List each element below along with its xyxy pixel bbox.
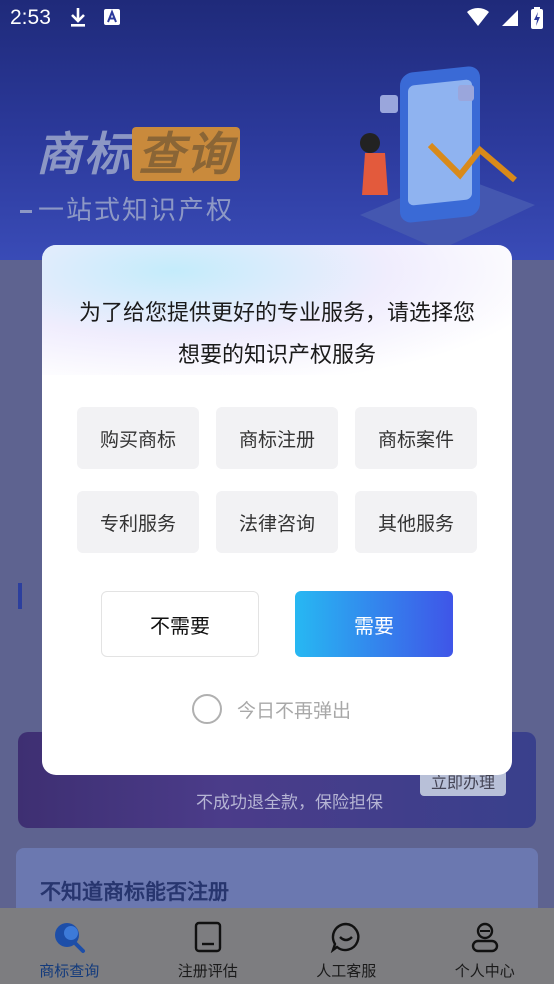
download-icon: [68, 6, 88, 32]
tab-registration-assessment[interactable]: 注册评估: [139, 908, 278, 984]
promo-subtitle: 不成功退全款，保险担保: [196, 793, 383, 813]
signal-icon: [500, 6, 520, 34]
tab-customer-service[interactable]: 人工客服: [277, 908, 416, 984]
option-trademark-registration[interactable]: 商标注册: [216, 407, 338, 469]
dont-show-today-toggle[interactable]: 今日不再弹出: [192, 694, 351, 724]
service-options: 购买商标 商标注册 商标案件 专利服务 法律咨询 其他服务: [77, 407, 477, 553]
banner-title: 商标 查询: [36, 118, 240, 184]
tab-trademark-search[interactable]: 商标查询: [0, 908, 139, 984]
document-icon: [191, 920, 225, 954]
service-selection-dialog: 为了给您提供更好的专业服务，请选择您想要的知识产权服务 购买商标 商标注册 商标…: [42, 245, 512, 775]
option-patent-service[interactable]: 专利服务: [77, 491, 199, 553]
dont-show-label: 今日不再弹出: [237, 699, 352, 722]
tab-label: 个人中心: [454, 962, 515, 980]
wifi-icon: [466, 6, 490, 34]
status-bar: 2:53: [0, 0, 554, 36]
option-legal-consultation[interactable]: 法律咨询: [216, 491, 338, 553]
battery-icon: [530, 6, 544, 34]
banner-title-part1: 商标: [36, 127, 132, 181]
tab-label: 商标查询: [39, 962, 100, 980]
option-trademark-cases[interactable]: 商标案件: [355, 407, 477, 469]
banner-title-highlight: 查询: [132, 127, 240, 181]
info-card-title: 不知道商标能否注册: [40, 880, 229, 904]
decline-button[interactable]: 不需要: [101, 591, 259, 657]
dialog-message: 为了给您提供更好的专业服务，请选择您想要的知识产权服务: [78, 301, 475, 368]
dont-show-radio[interactable]: [192, 694, 222, 724]
accept-button[interactable]: 需要: [295, 591, 453, 657]
bottom-tabbar: 商标查询 注册评估 人工客服 个人中心: [0, 908, 554, 984]
trademark-search-icon: [52, 920, 86, 954]
tab-label: 注册评估: [177, 962, 238, 980]
option-other-services[interactable]: 其他服务: [355, 491, 477, 553]
status-time: 2:53: [10, 6, 51, 29]
tab-label: 人工客服: [316, 962, 377, 980]
person-icon: [468, 920, 502, 954]
option-buy-trademark[interactable]: 购买商标: [77, 407, 199, 469]
phone-illustration: [360, 66, 535, 250]
font-a-icon: [102, 6, 122, 32]
banner-subtitle: 一站式知识产权: [20, 190, 234, 227]
chat-bubble-icon: [329, 920, 363, 954]
section-marker: [18, 583, 22, 609]
tab-personal-center[interactable]: 个人中心: [416, 908, 554, 984]
banner-subtitle-text: 一站式知识产权: [38, 196, 235, 226]
